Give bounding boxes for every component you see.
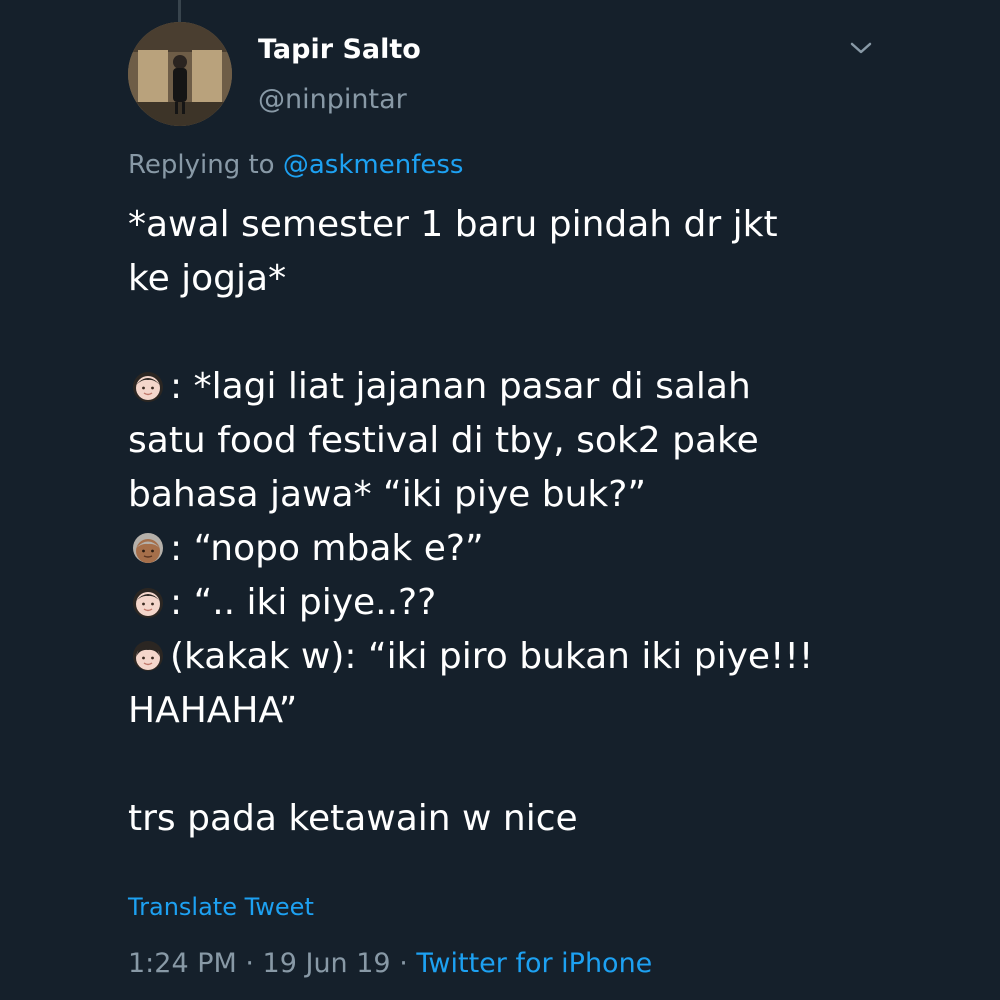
tweet-time[interactable]: 1:24 PM — [128, 948, 237, 979]
tweet-line: HAHAHA” — [128, 690, 298, 731]
replying-to: Replying to @askmenfess — [128, 150, 463, 180]
chevron-down-icon[interactable] — [848, 38, 874, 58]
avatar-photo — [128, 22, 232, 126]
tweet-line-text: (kakak w): “iki piro bukan iki piye!!! — [170, 636, 814, 677]
tweet-source-link[interactable]: Twitter for iPhone — [416, 948, 652, 979]
meta-separator: · — [236, 948, 263, 979]
woman-emoji-icon — [133, 641, 163, 671]
tweet-line: *awal semester 1 baru pindah dr jkt — [128, 204, 778, 245]
avatar[interactable] — [128, 22, 232, 126]
tweet-date[interactable]: 19 Jun 19 — [263, 948, 391, 979]
tweet-line: : “nopo mbak e?” — [128, 522, 928, 576]
tweet-line-text: : “nopo mbak e?” — [170, 528, 484, 569]
girl-emoji-icon — [133, 588, 163, 618]
replying-to-label: Replying to — [128, 150, 275, 180]
tweet-line: : *lagi liat jajanan pasar di salah — [128, 360, 928, 414]
tweet-line: bahasa jawa* “iki piye buk?” — [128, 474, 647, 515]
meta-separator: · — [390, 948, 417, 979]
old-woman-emoji-icon — [133, 533, 163, 563]
tweet-metadata: 1:24 PM · 19 Jun 19 · Twitter for iPhone — [128, 948, 652, 979]
tweet-line: ke jogja* — [128, 258, 287, 299]
translate-tweet-link[interactable]: Translate Tweet — [128, 893, 314, 921]
tweet-line: (kakak w): “iki piro bukan iki piye!!! — [128, 630, 928, 684]
author-handle[interactable]: @ninpintar — [258, 84, 407, 115]
girl-emoji-icon — [133, 372, 163, 402]
reply-mention-link[interactable]: @askmenfess — [283, 150, 464, 180]
tweet-text: *awal semester 1 baru pindah dr jkt ke j… — [128, 198, 928, 846]
tweet-line: trs pada ketawain w nice — [128, 798, 578, 839]
tweet-line-text: : *lagi liat jajanan pasar di salah — [170, 366, 751, 407]
tweet-line-text: : “.. iki piye..?? — [170, 582, 437, 623]
tweet-line: : “.. iki piye..?? — [128, 576, 928, 630]
thread-connector-line — [178, 0, 181, 22]
tweet-line: satu food festival di tby, sok2 pake — [128, 420, 759, 461]
author-display-name[interactable]: Tapir Salto — [258, 34, 421, 65]
